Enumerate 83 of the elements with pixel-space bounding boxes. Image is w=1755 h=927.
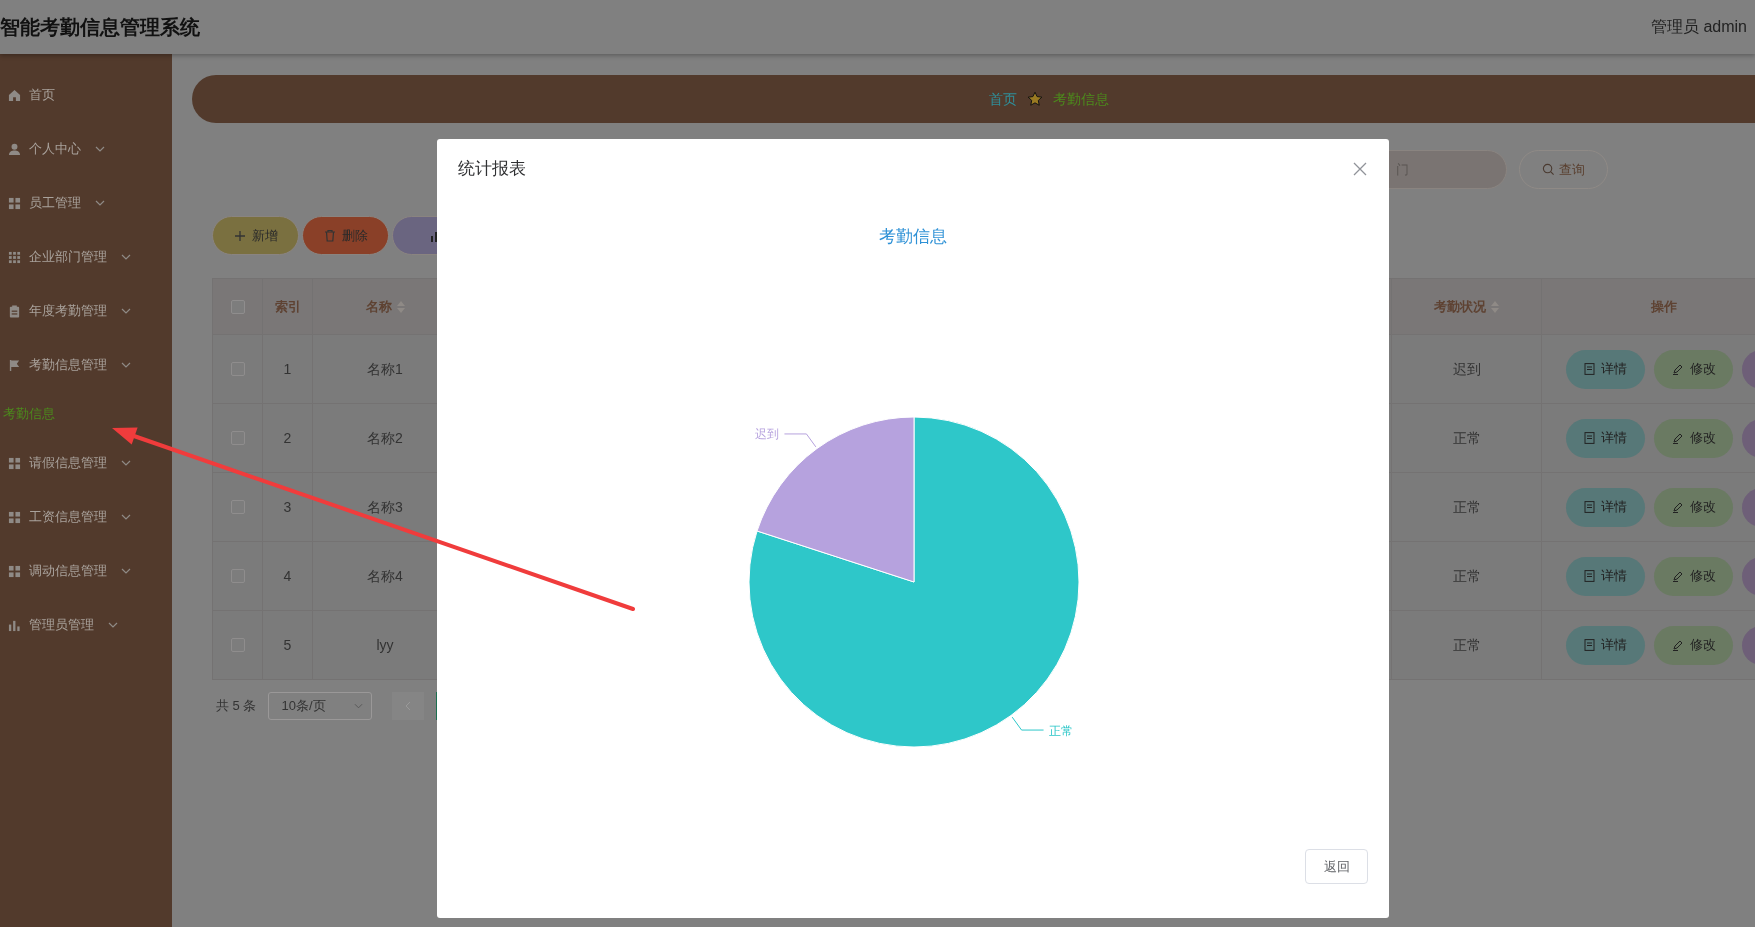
edit-button[interactable]: 修改: [1654, 487, 1733, 527]
sidebar-item[interactable]: 企业部门管理: [0, 230, 172, 284]
sidebar-item[interactable]: 考勤信息管理: [0, 338, 172, 392]
table-cell-text: 名称3: [367, 497, 403, 517]
slice-label: 正常: [1048, 723, 1073, 738]
sidebar-subitem[interactable]: 考勤信息: [0, 392, 172, 436]
table-cell-text: 名称1: [367, 359, 403, 379]
pencil-icon: [1671, 501, 1684, 513]
home-icon: [8, 88, 21, 102]
document-icon: [1584, 363, 1595, 375]
search-icon: [1542, 163, 1555, 176]
pencil-icon: [1671, 363, 1684, 375]
sidebar-item[interactable]: 调动信息管理: [0, 544, 172, 598]
edit-button[interactable]: 修改: [1654, 349, 1733, 389]
table-cell-text: 名称2: [367, 428, 403, 448]
close-button[interactable]: [1353, 162, 1367, 176]
total-count: 共 5 条: [216, 697, 257, 716]
back-button[interactable]: 返回: [1305, 849, 1368, 884]
sidebar-item[interactable]: 工资信息管理: [0, 490, 172, 544]
leader-line: [1011, 716, 1045, 731]
close-icon: [1353, 162, 1367, 176]
app-title: 智能考勤信息管理系统: [0, 15, 200, 40]
breadcrumb-link[interactable]: 首页: [988, 88, 1017, 110]
table-cell-text: 2: [283, 428, 292, 448]
document-icon: [1584, 570, 1595, 582]
grid-icon: [8, 510, 21, 524]
flag-icon: [8, 358, 21, 372]
dialog-title: 统计报表: [458, 158, 526, 181]
sidebar-item[interactable]: 管理员管理: [0, 598, 172, 652]
grid-icon: [8, 196, 21, 210]
detail-button[interactable]: 详情: [1566, 625, 1645, 665]
table-cell-text: 正常: [1452, 635, 1481, 655]
grid-icon: [8, 250, 21, 264]
previous-page-button[interactable]: [392, 692, 425, 720]
column-header: 名称: [365, 297, 392, 316]
grid-icon: [8, 564, 21, 578]
pencil-icon: [1671, 639, 1684, 651]
sidebar-item[interactable]: 年度考勤管理: [0, 284, 172, 338]
chart-title: 考勤信息: [879, 226, 947, 248]
column-header: 索引: [274, 297, 301, 316]
document-icon: [1584, 639, 1595, 651]
detail-button[interactable]: 详情: [1566, 487, 1645, 527]
grid-icon: [8, 456, 21, 470]
table-cell-text: 5: [283, 635, 292, 655]
table-cell-text: 正常: [1452, 428, 1481, 448]
star-icon: [1026, 91, 1043, 107]
add-button[interactable]: 新增: [212, 216, 299, 255]
user-label: 管理员 admin: [1650, 17, 1748, 37]
delete-button[interactable]: 删除: [302, 216, 389, 255]
detail-button[interactable]: 详情: [1566, 349, 1645, 389]
edit-button[interactable]: 修改: [1654, 625, 1733, 665]
slice-label: 迟到: [755, 427, 780, 442]
column-header: 考勤状况: [1434, 297, 1486, 316]
sidebar-item[interactable]: 首页: [0, 68, 172, 122]
table-cell-text: 迟到: [1452, 359, 1481, 379]
table-cell-text: 正常: [1452, 497, 1481, 517]
user-icon: [8, 142, 21, 156]
document-icon: [1584, 432, 1595, 444]
table-cell-text: 名称4: [367, 566, 403, 586]
page-size-select[interactable]: 10条/页: [268, 692, 373, 720]
clipboard-icon: [8, 304, 21, 318]
table-cell-text: 1: [283, 359, 292, 379]
table-cell-text: 4: [283, 566, 292, 586]
table-cell-text: 正常: [1452, 566, 1481, 586]
trash-icon: [323, 229, 336, 242]
document-icon: [1584, 501, 1595, 513]
breadcrumb-current: 考勤信息: [1052, 89, 1109, 109]
leader-line: [783, 433, 817, 448]
detail-button[interactable]: 详情: [1566, 556, 1645, 596]
column-header: 操作: [1651, 297, 1677, 316]
edit-button[interactable]: 修改: [1654, 556, 1733, 596]
sidebar-item[interactable]: 个人中心: [0, 122, 172, 176]
pencil-icon: [1671, 432, 1684, 444]
edit-button[interactable]: 修改: [1654, 418, 1733, 458]
table-cell-text: 3: [283, 497, 292, 517]
pencil-icon: [1671, 570, 1684, 582]
bar-chart-icon: [8, 618, 21, 632]
sidebar-item[interactable]: 请假信息管理: [0, 436, 172, 490]
detail-button[interactable]: 详情: [1566, 418, 1645, 458]
plus-icon: [233, 229, 246, 242]
table-cell-text: lyy: [376, 635, 394, 655]
sidebar-item[interactable]: 员工管理: [0, 176, 172, 230]
chevron-down-icon: [354, 703, 364, 709]
